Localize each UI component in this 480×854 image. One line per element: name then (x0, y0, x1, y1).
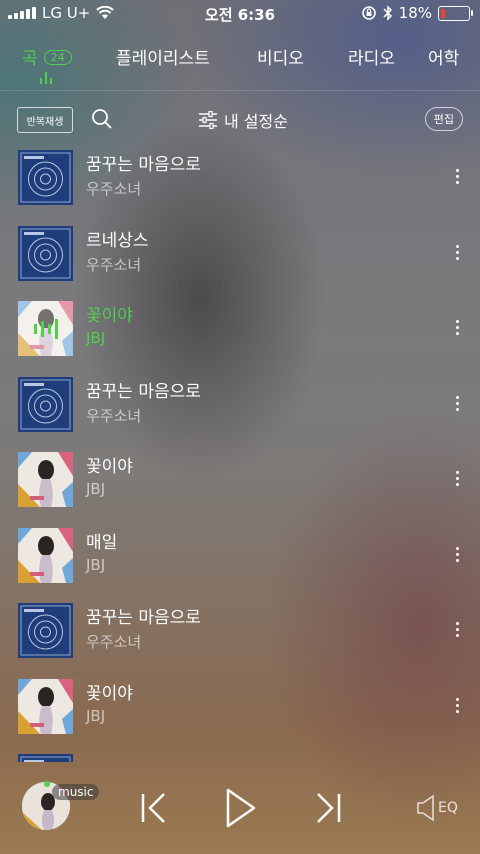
album-art (18, 754, 73, 762)
song-artist: JBJ (86, 480, 106, 498)
tab-language[interactable]: 어학 (428, 44, 459, 69)
album-art-image (18, 678, 73, 734)
song-title: 르네상스 (86, 230, 149, 251)
more-options-icon[interactable] (456, 622, 460, 640)
album-art-image (18, 225, 73, 281)
status-bar: LG U+ 오전 6:36 18% (0, 0, 480, 28)
music-tag: music (52, 784, 100, 800)
tab-radio[interactable]: 라디오 (348, 44, 395, 69)
album-art-image (18, 150, 73, 205)
song-title: 꿈꾸는 마음으로 (86, 155, 201, 175)
tab-video[interactable]: 비디오 (257, 44, 304, 69)
song-title: 꿈꾸는 마음으로 (86, 608, 201, 628)
list-toolbar: 반복재생 내 설정순 편집 (0, 100, 480, 140)
battery-percent: 18% (398, 4, 432, 22)
song-row[interactable]: 꿈꾸는 마음으로우주소녀 (0, 369, 480, 444)
song-list: 꿈꾸는 마음으로 우주소녀 르네상스 우주소녀 꽃이야 JBJ 꿈꾸는 마음으로 우주소… (0, 142, 480, 762)
song-artist: 우주소녀 (86, 255, 142, 274)
album-art (18, 603, 73, 658)
more-options-icon[interactable] (456, 697, 460, 716)
tab-divider (0, 90, 480, 91)
next-icon[interactable] (314, 792, 342, 824)
song-row[interactable]: 꿈꾸는 마음으로우주소녀 (0, 142, 480, 217)
play-icon[interactable] (224, 786, 258, 830)
song-title: 꽃이야 (86, 306, 133, 326)
song-row[interactable]: 꿈꾸는 마음으로우주소녀 (0, 595, 480, 670)
tab-songs-label: 곡 (22, 49, 38, 69)
more-options-icon[interactable] (456, 244, 460, 263)
more-options-icon[interactable] (456, 320, 460, 338)
mini-player: music EQ (0, 762, 480, 854)
sort-label: 내 설정순 (224, 112, 288, 131)
song-artist: JBJ (86, 329, 106, 347)
song-artist: 우주소녀 (86, 633, 142, 651)
more-options-icon[interactable] (456, 169, 460, 187)
bluetooth-icon (383, 5, 392, 21)
album-art (18, 452, 73, 507)
more-options-icon[interactable] (456, 471, 460, 489)
repeat-play-button[interactable]: 반복재생 (17, 107, 73, 133)
album-art (18, 678, 73, 734)
album-art (18, 150, 73, 205)
eq-label: EQ (438, 800, 458, 816)
previous-icon[interactable] (140, 792, 168, 824)
album-art-image (18, 376, 73, 432)
album-art (18, 527, 73, 583)
song-title: 매일 (86, 532, 118, 553)
sliders-icon (199, 111, 217, 129)
sort-button[interactable]: 내 설정순 (198, 108, 288, 132)
album-art (18, 301, 73, 356)
search-icon[interactable] (91, 108, 113, 130)
tab-bar: 곡 24 플레이리스트 비디오 라디오 어학 (0, 38, 480, 90)
tab-playlist[interactable]: 플레이리스트 (116, 44, 210, 69)
tab-songs[interactable]: 곡 24 (22, 44, 72, 69)
playing-dot (44, 781, 50, 787)
song-row[interactable]: 꽃이야 JBJ (0, 671, 480, 746)
album-art-image (18, 603, 73, 658)
album-art-image (18, 452, 73, 507)
song-count-badge: 24 (43, 50, 72, 65)
eq-button[interactable]: EQ (416, 794, 458, 822)
album-art-image (18, 527, 73, 583)
song-artist: JBJ (86, 706, 106, 725)
album-art-image (18, 754, 73, 762)
song-title: 꽃이야 (86, 457, 133, 477)
speaker-icon (417, 794, 434, 822)
battery-icon (438, 5, 473, 21)
song-row[interactable]: 꽃이야 JBJ (0, 444, 480, 519)
playing-eq-icon (18, 301, 73, 356)
song-artist: 우주소녀 (86, 406, 142, 425)
now-playing-indicator-icon (40, 72, 52, 84)
more-options-icon[interactable] (456, 546, 460, 565)
song-row[interactable]: 르네상스우주소녀 (0, 218, 480, 293)
battery-fill (441, 8, 445, 18)
more-options-icon[interactable] (456, 395, 460, 414)
album-art (18, 376, 73, 432)
rotation-lock-icon (361, 6, 376, 20)
song-row[interactable]: 매일 JBJ (0, 520, 480, 595)
song-artist: JBJ (86, 555, 106, 574)
song-title: 꿈꾸는 마음으로 (86, 381, 201, 402)
song-row[interactable]: 꽃이야 JBJ (0, 293, 480, 368)
song-row-partial[interactable] (0, 746, 480, 762)
song-artist: 우주소녀 (86, 180, 142, 198)
edit-button[interactable]: 편집 (424, 107, 463, 131)
album-art (18, 225, 73, 281)
song-title: 꽃이야 (86, 683, 133, 704)
